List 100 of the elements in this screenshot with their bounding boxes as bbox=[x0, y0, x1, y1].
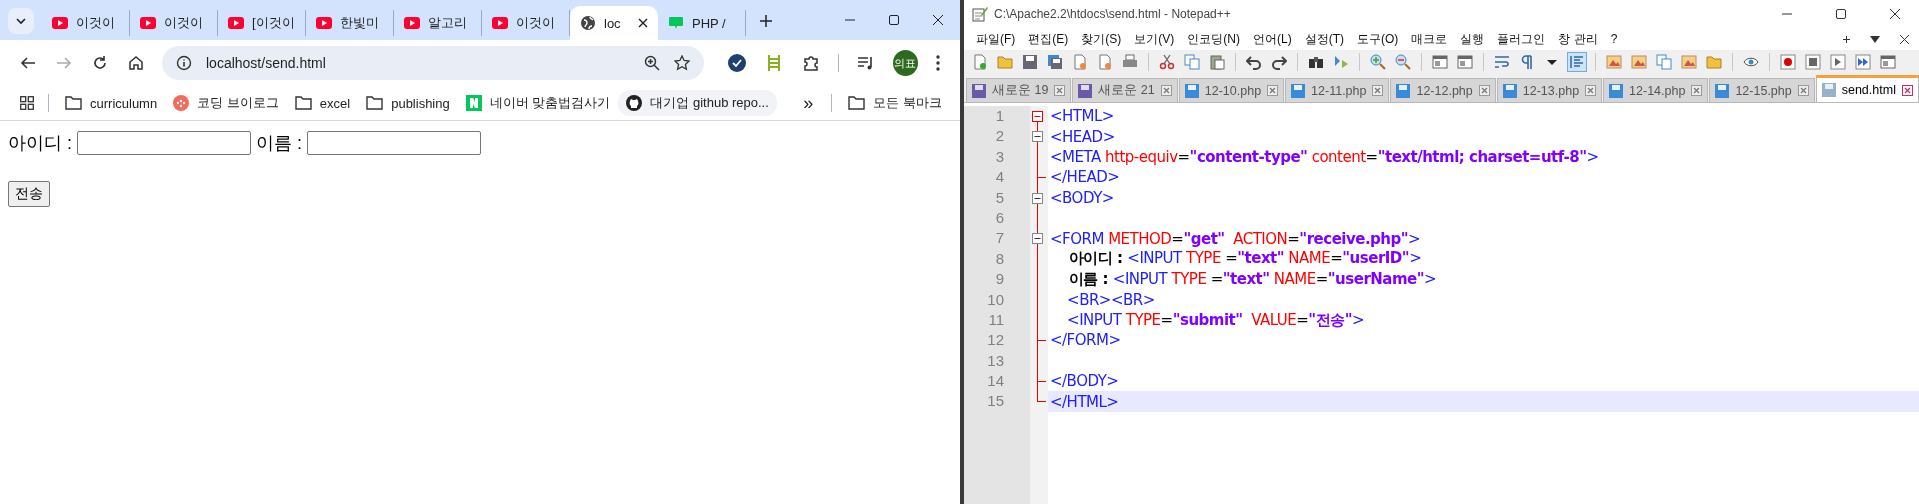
apps-grid-icon[interactable] bbox=[20, 96, 34, 110]
check-circle-icon[interactable] bbox=[727, 54, 746, 72]
menu-item[interactable]: 도구(O) bbox=[1351, 30, 1406, 48]
browser-tab[interactable]: 이것이 bbox=[42, 10, 130, 36]
fold-toggle-icon[interactable] bbox=[1032, 111, 1043, 122]
tab-list-button[interactable] bbox=[8, 8, 34, 34]
save-macro-icon[interactable] bbox=[1878, 52, 1898, 72]
address-bar[interactable]: localhost/send.html bbox=[162, 46, 704, 80]
play-icon[interactable] bbox=[1828, 52, 1848, 72]
play-multiple-icon[interactable] bbox=[1853, 52, 1873, 72]
close-icon[interactable] bbox=[932, 14, 944, 26]
menu-item[interactable]: 보기(V) bbox=[1128, 30, 1182, 48]
text-input[interactable] bbox=[307, 131, 482, 155]
bookmark[interactable]: publishing bbox=[358, 91, 458, 115]
save-icon[interactable] bbox=[1020, 52, 1040, 72]
menu-item[interactable]: 인코딩(N) bbox=[1181, 30, 1247, 48]
menu-item[interactable]: 파일(F) bbox=[970, 30, 1023, 48]
close-icon[interactable] bbox=[1899, 33, 1910, 45]
line-number: 5 bbox=[964, 187, 1012, 208]
menu-item[interactable]: 실행 bbox=[1454, 30, 1492, 48]
bookmark[interactable]: 네이버 맞춤법검사기 bbox=[457, 90, 619, 116]
fold-toggle-icon[interactable] bbox=[1032, 131, 1043, 143]
browser-tab[interactable]: 한빛미 bbox=[306, 10, 394, 36]
file-tab[interactable]: 새로운 21 bbox=[1072, 78, 1178, 102]
reload-icon[interactable] bbox=[92, 55, 108, 71]
bookmark[interactable]: 코딩 브이로그 bbox=[165, 90, 287, 116]
folder-icon bbox=[848, 96, 866, 110]
copy-icon[interactable] bbox=[1182, 52, 1202, 72]
menu-item[interactable]: 찾기(S) bbox=[1075, 30, 1129, 48]
fold-toggle-icon[interactable] bbox=[1032, 192, 1043, 204]
stop-icon[interactable] bbox=[1803, 52, 1823, 72]
browser-tab[interactable]: 이것이 bbox=[130, 10, 218, 36]
zoom-icon[interactable] bbox=[643, 55, 660, 71]
browser-tab[interactable]: [이것이 bbox=[218, 10, 306, 36]
menu-item[interactable]: 설정(T) bbox=[1298, 30, 1351, 48]
menu-item[interactable]: 편집(E) bbox=[1022, 30, 1076, 48]
notepad-icon bbox=[972, 6, 988, 22]
back-arrow-icon[interactable] bbox=[20, 55, 36, 71]
file-tab[interactable]: 12-10.php bbox=[1178, 78, 1285, 102]
submit-button[interactable]: 전송 bbox=[8, 181, 50, 207]
menu-item[interactable]: ? bbox=[1604, 32, 1625, 46]
bookmark[interactable]: 대기업 github repo... bbox=[618, 90, 777, 116]
menu-item[interactable]: 언어(L) bbox=[1247, 30, 1299, 48]
star-icon[interactable] bbox=[673, 55, 690, 71]
puzzle-icon[interactable] bbox=[801, 54, 820, 72]
floppy-icon bbox=[1821, 83, 1836, 97]
more-bookmarks-button[interactable]: » bbox=[793, 92, 824, 114]
code-line: <META http-equiv="content-type" content="text/html; charset=utf-8"> bbox=[1049, 146, 1600, 168]
code-line: </HEAD> bbox=[1049, 167, 1121, 188]
browser-tab[interactable]: 이것이 bbox=[482, 10, 570, 36]
window-icon[interactable] bbox=[1455, 52, 1475, 72]
close-icon[interactable] bbox=[1889, 8, 1901, 20]
paste-icon[interactable] bbox=[1207, 52, 1227, 72]
home-icon[interactable] bbox=[128, 55, 144, 71]
maximize-icon[interactable] bbox=[1835, 8, 1847, 20]
zoom-in-icon[interactable] bbox=[1368, 52, 1388, 72]
zoom-out-icon[interactable] bbox=[1393, 52, 1413, 72]
window-icon[interactable] bbox=[1430, 52, 1450, 72]
indent-guide-icon[interactable] bbox=[1567, 52, 1587, 72]
playlist-icon[interactable] bbox=[856, 55, 875, 71]
file-tab[interactable]: 12-12.php bbox=[1390, 78, 1496, 102]
profile-avatar[interactable]: 의표 bbox=[892, 50, 918, 76]
menu-item[interactable]: 창 관리 bbox=[1552, 30, 1605, 48]
code-line: <FORM METHOD="get" ACTION="receive.php"> bbox=[1049, 228, 1422, 249]
maximize-icon[interactable] bbox=[888, 14, 900, 26]
cat-logo-icon bbox=[626, 95, 643, 111]
dropdown-triangle-icon[interactable] bbox=[1869, 34, 1881, 44]
line-number: 4 bbox=[964, 167, 1012, 188]
menu-item[interactable]: 매크로 bbox=[1405, 30, 1455, 48]
field-label: 이름 : bbox=[256, 132, 303, 155]
line-number: 9 bbox=[964, 269, 1012, 290]
fold-toggle-icon[interactable] bbox=[1032, 233, 1043, 245]
save-all-icon[interactable] bbox=[1045, 52, 1065, 72]
bookmark[interactable]: curriculumn bbox=[57, 91, 166, 115]
line-number: 1 bbox=[964, 106, 1012, 127]
file-tab[interactable]: 12-11.php bbox=[1285, 78, 1390, 102]
file-tab[interactable]: 12-15.php bbox=[1709, 78, 1815, 102]
browser-tab[interactable]: loc bbox=[570, 6, 658, 40]
file-tab[interactable]: 새로운 19 bbox=[966, 78, 1072, 102]
documents-icon[interactable] bbox=[1654, 52, 1674, 72]
file-tab[interactable]: 12-13.php bbox=[1496, 78, 1603, 102]
browser-tab[interactable]: 알고리 bbox=[394, 10, 482, 36]
plus-icon[interactable] bbox=[1842, 34, 1851, 44]
close-icon[interactable] bbox=[638, 18, 648, 28]
line-number: 7 bbox=[964, 228, 1012, 249]
info-icon[interactable] bbox=[176, 55, 192, 71]
bookmark[interactable]: excel bbox=[286, 91, 359, 115]
record-icon[interactable] bbox=[1778, 52, 1798, 72]
browser-tab[interactable]: PHP / bbox=[658, 10, 746, 36]
menu-item[interactable]: 플러그인 bbox=[1491, 30, 1553, 48]
all-bookmarks-folder[interactable]: 모든 북마크 bbox=[840, 90, 950, 116]
line-number: 3 bbox=[964, 146, 1012, 168]
file-tab[interactable]: 12-14.php bbox=[1603, 78, 1709, 102]
file-tab[interactable]: send.html bbox=[1815, 75, 1919, 102]
line-number: 6 bbox=[964, 207, 1012, 229]
cut-icon[interactable] bbox=[1157, 52, 1177, 72]
text-input[interactable] bbox=[77, 131, 251, 155]
new-tab-icon[interactable] bbox=[760, 15, 772, 27]
more-menu-icon[interactable] bbox=[936, 55, 940, 71]
video-play-icon bbox=[404, 17, 420, 29]
